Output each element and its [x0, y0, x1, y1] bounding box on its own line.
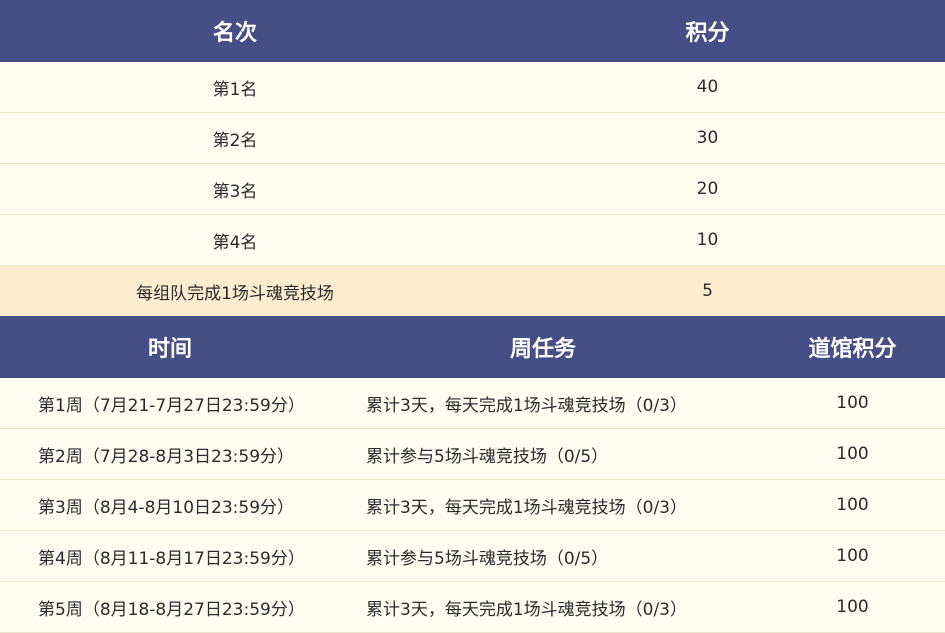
time-cell: 第5周（8月18-8月27日23:59分） [0, 581, 360, 633]
points-cell: 20 [470, 163, 945, 215]
rank-points-table: 名次 积分 第1名 40 第2名 30 第3名 20 第4名 10 每组队完成1… [0, 0, 945, 316]
time-cell: 第1周（7月21-7月27日23:59分） [0, 378, 360, 429]
weekly-task-table: 时间 周任务 道馆积分 第1周（7月21-7月27日23:59分） 累计3天，每… [0, 316, 945, 633]
points-cell: 5 [470, 265, 945, 316]
points-cell: 10 [470, 214, 945, 266]
table-row: 第2名 30 [0, 112, 945, 164]
task-cell: 累计3天，每天完成1场斗魂竞技场（0/3） [360, 378, 760, 429]
points-cell: 30 [470, 112, 945, 164]
points-cell: 40 [470, 62, 945, 113]
table-row: 第3名 20 [0, 163, 945, 215]
points-column-header: 积分 [470, 0, 945, 62]
time-column-header: 时间 [0, 316, 360, 378]
table-row: 第2周（7月28-8月3日23:59分） 累计参与5场斗魂竞技场（0/5） 10… [0, 428, 945, 480]
table-row-highlight: 每组队完成1场斗魂竞技场 5 [0, 265, 945, 316]
table-row: 第4名 10 [0, 214, 945, 266]
rank-column-header: 名次 [0, 0, 470, 62]
gym-points-column-header: 道馆积分 [760, 316, 945, 378]
gym-points-cell: 100 [760, 581, 945, 633]
rank-cell: 第2名 [0, 112, 470, 164]
task-cell: 累计参与5场斗魂竞技场（0/5） [360, 428, 760, 480]
rank-cell: 第4名 [0, 214, 470, 266]
gym-points-cell: 100 [760, 530, 945, 582]
table-row: 第4周（8月11-8月17日23:59分） 累计参与5场斗魂竞技场（0/5） 1… [0, 530, 945, 582]
task-column-header: 周任务 [360, 316, 760, 378]
table-row: 第3周（8月4-8月10日23:59分） 累计3天，每天完成1场斗魂竞技场（0/… [0, 479, 945, 531]
rank-cell: 第1名 [0, 62, 470, 113]
rank-cell: 每组队完成1场斗魂竞技场 [0, 265, 470, 316]
weekly-table-header: 时间 周任务 道馆积分 [0, 316, 945, 378]
task-cell: 累计3天，每天完成1场斗魂竞技场（0/3） [360, 479, 760, 531]
gym-points-cell: 100 [760, 428, 945, 480]
table-row: 第5周（8月18-8月27日23:59分） 累计3天，每天完成1场斗魂竞技场（0… [0, 581, 945, 633]
time-cell: 第2周（7月28-8月3日23:59分） [0, 428, 360, 480]
gym-points-cell: 100 [760, 378, 945, 429]
table-row: 第1名 40 [0, 62, 945, 113]
time-cell: 第4周（8月11-8月17日23:59分） [0, 530, 360, 582]
rank-cell: 第3名 [0, 163, 470, 215]
table-row: 第1周（7月21-7月27日23:59分） 累计3天，每天完成1场斗魂竞技场（0… [0, 378, 945, 429]
task-cell: 累计参与5场斗魂竞技场（0/5） [360, 530, 760, 582]
gym-points-cell: 100 [760, 479, 945, 531]
task-cell: 累计3天，每天完成1场斗魂竞技场（0/3） [360, 581, 760, 633]
rank-table-header: 名次 积分 [0, 0, 945, 62]
time-cell: 第3周（8月4-8月10日23:59分） [0, 479, 360, 531]
